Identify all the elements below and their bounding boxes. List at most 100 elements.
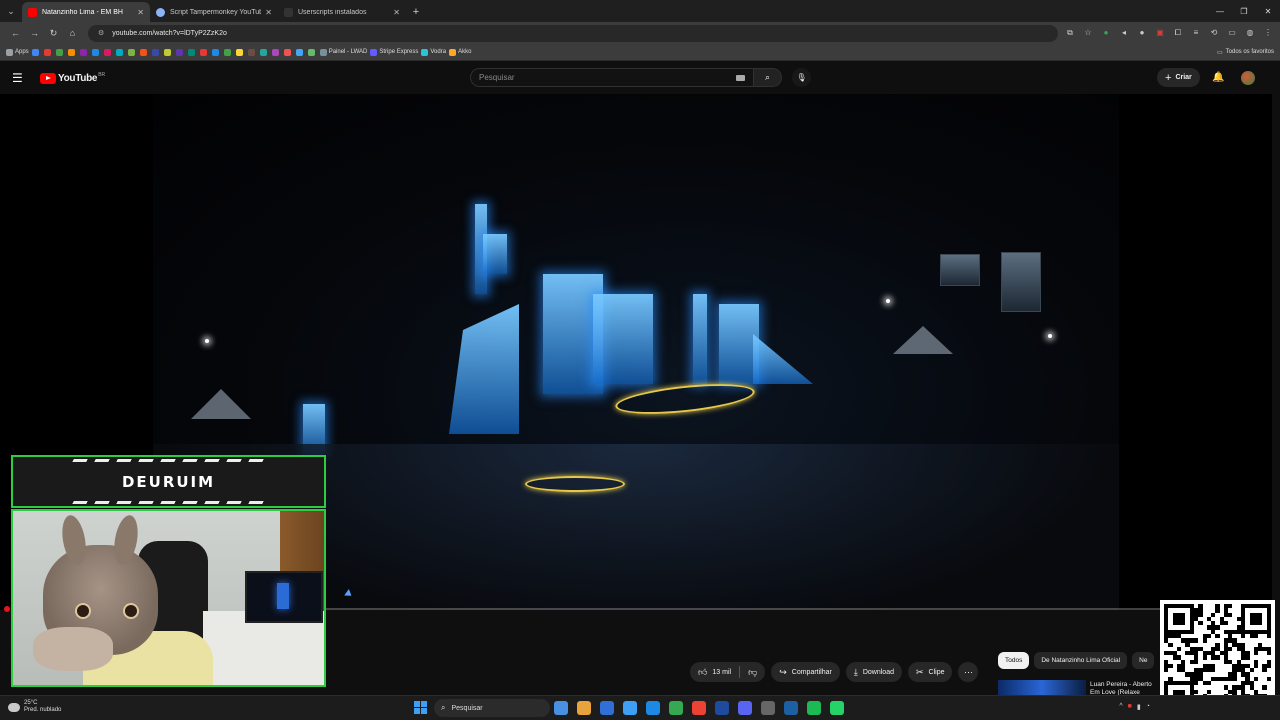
search-input[interactable]: Pesquisar xyxy=(470,68,754,87)
bookmark-item[interactable] xyxy=(175,48,185,56)
like-button[interactable]: 👍︎ 13 mil xyxy=(690,662,739,682)
bookmark-favicon-icon xyxy=(43,48,51,56)
taskbar-app-icon[interactable] xyxy=(761,701,775,715)
extension-green-icon[interactable]: ● xyxy=(1100,28,1112,38)
taskbar-app-icon[interactable] xyxy=(623,701,637,715)
minimize-button[interactable]: — xyxy=(1208,0,1232,22)
bookmark-item[interactable] xyxy=(235,48,245,56)
search-button[interactable]: ⌕ xyxy=(754,68,782,87)
history-icon[interactable]: ⟲ xyxy=(1208,28,1220,38)
bookmark-star-icon[interactable]: ☆ xyxy=(1082,28,1094,38)
windows-start-icon[interactable] xyxy=(414,701,427,714)
reload-button[interactable]: ↻ xyxy=(44,28,63,39)
chip-more[interactable]: Ne xyxy=(1132,652,1155,669)
weather-widget[interactable]: 25°C Pred. nublado xyxy=(8,700,61,714)
bookmark-item[interactable] xyxy=(187,48,197,56)
tray-battery-icon[interactable]: ▮ xyxy=(1137,703,1141,711)
bookmark-item[interactable] xyxy=(247,48,257,56)
bookmark-item[interactable] xyxy=(307,48,317,56)
tab-tampermonkey[interactable]: Script Tampermonkey YouTube ✕ xyxy=(150,2,278,22)
tray-chevron-icon[interactable]: ^ xyxy=(1119,703,1122,711)
taskbar-app-icon[interactable] xyxy=(830,701,844,715)
extension-audio-icon[interactable]: ◂ xyxy=(1118,28,1130,38)
taskbar-app-icon[interactable] xyxy=(669,701,683,715)
cast-icon[interactable]: ⧉ xyxy=(1064,28,1076,38)
close-tab-icon[interactable]: ✕ xyxy=(265,8,272,17)
bookmark-item[interactable] xyxy=(259,48,269,56)
bookmark-item[interactable]: Painel - LWAD xyxy=(319,48,367,56)
clip-button[interactable]: ✂ Clipe xyxy=(907,662,953,682)
chip-channel[interactable]: De Natanzinho Lima Oficial xyxy=(1034,652,1128,669)
taskbar-app-icon[interactable] xyxy=(807,701,821,715)
bookmark-item[interactable]: Akko xyxy=(449,48,471,56)
bookmark-item[interactable] xyxy=(103,48,113,56)
bookmark-item[interactable] xyxy=(31,48,41,56)
search-icon: ⌕ xyxy=(441,703,446,712)
bookmark-item[interactable] xyxy=(91,48,101,56)
taskbar-app-icon[interactable] xyxy=(554,701,568,715)
more-actions-button[interactable]: ⋯ xyxy=(958,662,979,682)
tab-userscripts[interactable]: Userscripts instalados ✕ xyxy=(278,2,406,22)
bookmark-item[interactable] xyxy=(151,48,161,56)
maximize-button[interactable]: ❐ xyxy=(1232,0,1256,22)
forward-button[interactable]: → xyxy=(25,28,44,38)
youtube-logo[interactable]: YouTube BR xyxy=(40,72,105,84)
tab-search-icon[interactable]: ⌄ xyxy=(0,0,22,22)
taskbar-app-icon[interactable] xyxy=(692,701,706,715)
bookmark-item[interactable] xyxy=(199,48,209,56)
taskbar-app-icon[interactable] xyxy=(784,701,798,715)
bookmark-item[interactable] xyxy=(163,48,173,56)
video-progress-bar[interactable] xyxy=(326,608,1272,610)
share-button[interactable]: ↪ Compartilhar xyxy=(771,662,840,682)
bookmark-item[interactable]: Apps xyxy=(6,48,29,56)
close-tab-icon[interactable]: ✕ xyxy=(137,8,144,17)
bookmark-item[interactable] xyxy=(283,48,293,56)
account-avatar[interactable] xyxy=(1241,71,1255,85)
bookmark-item[interactable] xyxy=(127,48,137,56)
create-button[interactable]: + Criar xyxy=(1157,68,1200,87)
bookmark-item[interactable]: Vodra xyxy=(421,48,446,56)
taskbar-app-icon[interactable] xyxy=(738,701,752,715)
chip-all[interactable]: Todos xyxy=(998,652,1030,669)
extension-dot-icon[interactable]: ● xyxy=(1136,28,1148,38)
taskbar-app-icon[interactable] xyxy=(715,701,729,715)
reading-mode-icon[interactable]: ≡ xyxy=(1190,28,1202,38)
bookmark-item[interactable] xyxy=(271,48,281,56)
close-window-button[interactable]: ✕ xyxy=(1256,0,1280,22)
extensions-puzzle-icon[interactable]: ⧠ xyxy=(1172,28,1184,38)
bookmark-item[interactable] xyxy=(115,48,125,56)
address-bar[interactable]: ⚙ youtube.com/watch?v=lDTyP2ZzK2o xyxy=(88,24,1058,42)
new-tab-button[interactable]: + xyxy=(406,2,426,22)
site-info-icon[interactable]: ⚙ xyxy=(98,29,104,37)
all-bookmarks-folder[interactable]: ▭ Todos os favoritos xyxy=(1217,49,1274,56)
bookmark-item[interactable] xyxy=(295,48,305,56)
menu-icon[interactable]: ☰ xyxy=(12,71,26,85)
close-tab-icon[interactable]: ✕ xyxy=(393,8,400,17)
keyboard-icon[interactable] xyxy=(736,74,745,81)
tray-network-icon[interactable]: ◔ xyxy=(1146,703,1150,711)
tray-app-icon[interactable]: ■ xyxy=(1128,703,1132,711)
sidebar-icon[interactable]: ▭ xyxy=(1226,28,1238,38)
voice-search-button[interactable]: 🎙 xyxy=(792,68,811,87)
bookmark-item[interactable] xyxy=(223,48,233,56)
home-button[interactable]: ⌂ xyxy=(63,28,82,38)
bookmark-item[interactable] xyxy=(79,48,89,56)
profile-icon[interactable]: ◍ xyxy=(1244,28,1256,38)
extension-badge-icon[interactable]: ▣ xyxy=(1154,28,1166,38)
tab-youtube[interactable]: Natanzinho Lima - EM BH ✕ xyxy=(22,2,150,22)
dislike-button[interactable]: 👎︎ xyxy=(740,662,765,682)
taskbar-app-icon[interactable] xyxy=(577,701,591,715)
taskbar-app-icon[interactable] xyxy=(646,701,660,715)
bookmark-item[interactable] xyxy=(55,48,65,56)
taskbar-app-icon[interactable] xyxy=(600,701,614,715)
bookmark-item[interactable] xyxy=(67,48,77,56)
taskbar-search[interactable]: ⌕ Pesquisar xyxy=(434,699,550,717)
back-button[interactable]: ← xyxy=(6,28,25,38)
bookmark-item[interactable] xyxy=(43,48,53,56)
bookmark-item[interactable] xyxy=(139,48,149,56)
download-button[interactable]: ⤓ Download xyxy=(845,662,902,682)
chrome-menu-icon[interactable]: ⋮ xyxy=(1262,28,1274,38)
bookmark-item[interactable]: Stripe Express xyxy=(370,48,418,56)
bookmark-item[interactable] xyxy=(211,48,221,56)
notifications-bell-icon[interactable]: 🔔 xyxy=(1212,72,1224,83)
